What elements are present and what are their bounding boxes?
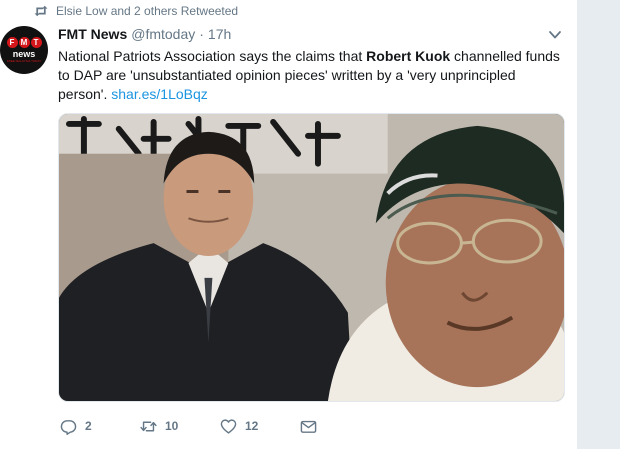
- like-button[interactable]: 12: [220, 418, 300, 435]
- like-count: 12: [245, 419, 259, 433]
- tweet-text: National Patriots Association says the c…: [58, 47, 568, 104]
- tweet-text-part: National Patriots Association says the c…: [58, 48, 367, 64]
- retweet-context[interactable]: Elsie Low and 2 others Retweeted: [34, 4, 238, 18]
- logo-letter: F: [6, 37, 18, 48]
- tweet-actions: 2 10 12: [60, 417, 330, 435]
- chevron-down-icon[interactable]: [548, 28, 562, 42]
- timestamp[interactable]: 17h: [208, 26, 231, 42]
- heart-icon: [220, 418, 237, 434]
- reply-count: 2: [85, 419, 92, 433]
- logo-word: news: [12, 49, 36, 59]
- tweet-card[interactable]: Elsie Low and 2 others Retweeted F M T n…: [0, 0, 577, 449]
- photo-illustration: [59, 114, 564, 401]
- tweet-header: FMT News @fmtoday · 17h: [58, 26, 231, 44]
- direct-message-button[interactable]: [300, 418, 330, 435]
- author-handle[interactable]: @fmtoday: [131, 26, 195, 42]
- logo-letter: T: [30, 37, 42, 48]
- logo-tagline: FREE MALAYSIA TODAY: [6, 59, 42, 63]
- author-name[interactable]: FMT News: [58, 26, 127, 42]
- scroll-gutter: [577, 0, 620, 449]
- reply-button[interactable]: 2: [60, 418, 140, 435]
- tweet-photo[interactable]: [58, 113, 565, 402]
- avatar[interactable]: F M T news FREE MALAYSIA TODAY: [0, 26, 48, 74]
- tweet-link[interactable]: shar.es/1LoBqz: [111, 86, 208, 102]
- retweet-icon: [140, 421, 157, 431]
- envelope-icon: [300, 420, 317, 433]
- retweet-icon: [34, 5, 48, 17]
- reply-icon: [60, 419, 77, 435]
- retweet-count: 10: [165, 419, 179, 433]
- retweet-context-text[interactable]: Elsie Low and 2 others Retweeted: [56, 4, 238, 18]
- separator-dot: ·: [199, 26, 204, 42]
- fmt-logo: F M T: [6, 37, 42, 48]
- logo-letter: M: [18, 37, 30, 48]
- tweet-text-bold: Robert Kuok: [366, 48, 451, 64]
- retweet-button[interactable]: 10: [140, 418, 220, 435]
